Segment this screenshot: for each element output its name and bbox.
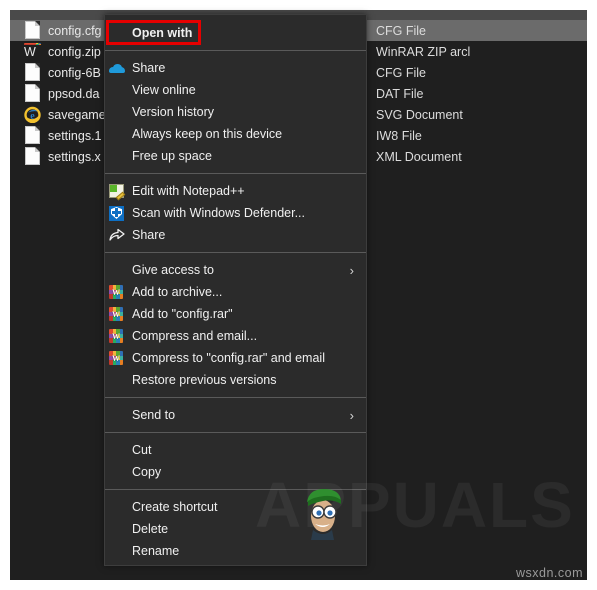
menu-separator	[105, 252, 366, 253]
winrar-icon: W	[109, 350, 125, 366]
menu-item-rename[interactable]: Rename	[105, 540, 366, 562]
menu-item-label: Add to archive...	[132, 285, 223, 299]
menu-item-share[interactable]: Share	[105, 224, 366, 246]
windows-defender-shield-icon	[109, 205, 125, 221]
file-type: IW8 File	[376, 128, 422, 143]
menu-item-always-keep-on-this-device[interactable]: Always keep on this device	[105, 123, 366, 145]
menu-separator	[105, 432, 366, 433]
menu-item-label: Open with	[132, 26, 193, 40]
file-type: WinRAR ZIP arcl	[376, 44, 471, 59]
file-type: CFG File	[376, 23, 426, 38]
menu-item-give-access-to[interactable]: Give access to ›	[105, 259, 366, 281]
winrar-icon: W	[109, 284, 125, 300]
menu-separator	[105, 50, 366, 51]
menu-item-label: Compress and email...	[132, 329, 258, 343]
menu-item-compress-to-config-rar-and-email[interactable]: W Compress to "config.rar" and email	[105, 347, 366, 369]
winrar-archive-icon: W	[24, 42, 41, 61]
document-icon	[24, 126, 41, 145]
menu-item-label: View online	[132, 83, 196, 97]
document-icon	[24, 21, 41, 40]
menu-item-label: Add to "config.rar"	[132, 307, 233, 321]
menu-item-label: Cut	[132, 443, 152, 457]
file-type: SVG Document	[376, 107, 463, 122]
menu-item-version-history[interactable]: Version history	[105, 101, 366, 123]
winrar-icon: W	[109, 307, 123, 321]
menu-item-label: Create shortcut	[132, 500, 218, 514]
menu-item-free-up-space[interactable]: Free up space	[105, 145, 366, 167]
document-icon	[24, 84, 41, 103]
menu-item-create-shortcut[interactable]: Create shortcut	[105, 496, 366, 518]
menu-item-restore-previous-versions[interactable]: Restore previous versions	[105, 369, 366, 391]
menu-item-add-to-archive[interactable]: W Add to archive...	[105, 281, 366, 303]
context-menu-items: Open with Share View online Version history…	[105, 20, 366, 565]
menu-item-scan-with-windows-defender[interactable]: Scan with Windows Defender...	[105, 202, 366, 224]
menu-item-label: Free up space	[132, 149, 212, 163]
file-type: XML Document	[376, 149, 462, 164]
menu-item-label: Scan with Windows Defender...	[132, 206, 305, 220]
winrar-icon: W	[109, 285, 123, 299]
menu-item-label: Delete	[132, 522, 169, 536]
notepad-plus-plus-icon	[109, 183, 126, 201]
menu-item-label: Restore previous versions	[132, 373, 277, 387]
onedrive-cloud-icon	[109, 60, 125, 76]
menu-item-share[interactable]: Share	[105, 57, 366, 79]
menu-item-label: Copy	[132, 465, 162, 479]
winrar-icon: W	[109, 329, 123, 343]
menu-item-label: Compress to "config.rar" and email	[132, 351, 325, 365]
menu-item-label: Send to	[132, 408, 176, 422]
menu-item-label: Give access to	[132, 263, 214, 277]
file-context-menu[interactable]: Open with Share View online Version history…	[104, 14, 367, 566]
menu-item-label: Edit with Notepad++	[132, 184, 245, 198]
winrar-icon: W	[109, 306, 125, 322]
winrar-icon: W	[109, 351, 123, 365]
document-icon	[24, 147, 41, 166]
file-type: DAT File	[376, 86, 424, 101]
menu-item-add-to-config-rar[interactable]: W Add to "config.rar"	[105, 303, 366, 325]
svg-text:e: e	[30, 111, 35, 122]
menu-separator	[105, 173, 366, 174]
internet-explorer-icon: e	[24, 105, 41, 124]
menu-item-label: Always keep on this device	[132, 127, 283, 141]
menu-item-copy[interactable]: Copy	[105, 461, 366, 483]
menu-item-edit-with-notepad[interactable]: Edit with Notepad++	[105, 180, 366, 202]
menu-item-delete[interactable]: Delete	[105, 518, 366, 540]
chevron-right-icon: ›	[349, 262, 354, 278]
share-arrow-icon	[109, 227, 125, 243]
menu-separator	[105, 489, 366, 490]
menu-item-label: Share	[132, 61, 166, 75]
screenshot-root: config.cfg/2019 2:26 PMCFG FileWconfig.z…	[0, 0, 597, 590]
menu-item-view-online[interactable]: View online	[105, 79, 366, 101]
winrar-icon: W	[109, 328, 125, 344]
menu-item-label: Version history	[132, 105, 214, 119]
file-type: CFG File	[376, 65, 426, 80]
menu-item-open-with[interactable]: Open with	[105, 22, 366, 44]
menu-top-padding	[105, 15, 366, 22]
menu-item-cut[interactable]: Cut	[105, 439, 366, 461]
menu-item-label: Rename	[132, 544, 180, 558]
menu-item-compress-and-email[interactable]: W Compress and email...	[105, 325, 366, 347]
document-icon	[24, 63, 41, 82]
menu-separator	[105, 397, 366, 398]
open-with-highlight-wrapper: Open with	[105, 20, 366, 45]
chevron-right-icon: ›	[349, 407, 354, 423]
winrar-icon: W	[24, 43, 41, 59]
menu-item-send-to[interactable]: Send to ›	[105, 404, 366, 426]
menu-item-label: Share	[132, 228, 166, 242]
